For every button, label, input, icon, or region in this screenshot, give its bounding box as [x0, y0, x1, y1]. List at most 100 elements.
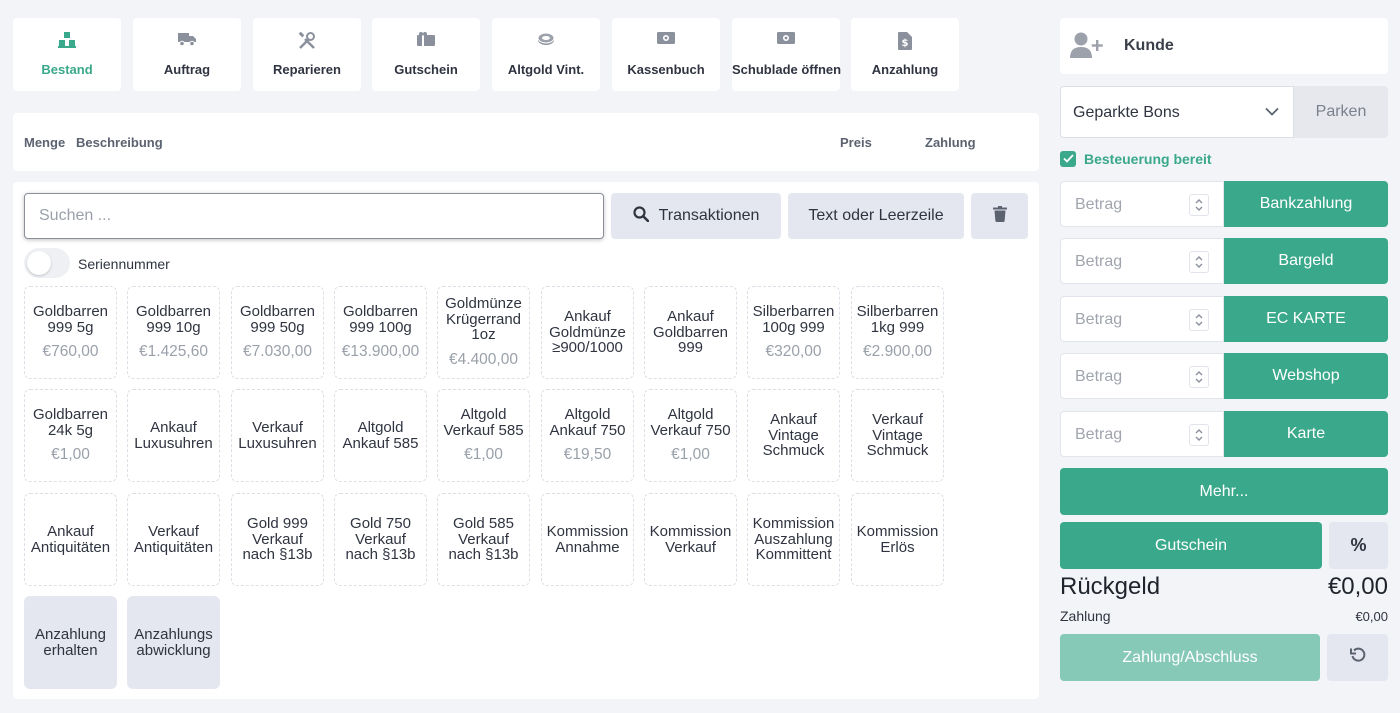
tab-gutschein[interactable]: Gutschein — [372, 18, 480, 91]
delete-button[interactable] — [971, 193, 1028, 239]
product-tile[interactable]: Altgold Verkauf 585 €1,00 — [437, 389, 530, 482]
tab-label: Anzahlung — [871, 62, 939, 77]
product-tile[interactable]: Ankauf Vintage Schmuck — [747, 389, 840, 482]
parked-receipts-select[interactable]: Geparkte Bons — [1060, 86, 1294, 138]
product-tile[interactable]: Kommission Verkauf — [644, 493, 737, 586]
amount-input[interactable]: Betrag — [1060, 411, 1224, 457]
tab-schublade[interactable]: Schublade öffnen — [732, 18, 842, 91]
tools-icon — [253, 32, 361, 50]
product-tile[interactable]: Goldmünze Krügerrand 1oz €4.400,00 — [437, 286, 530, 379]
amount-input[interactable]: Betrag — [1060, 353, 1224, 399]
boxes-icon — [13, 32, 121, 50]
tab-label: Schublade öffnen — [732, 62, 842, 77]
pay-bankzahlung-button[interactable]: Bankzahlung — [1224, 181, 1388, 227]
invoice-dollar-icon: $ — [851, 32, 959, 50]
tax-label: Besteuerung bereit — [1084, 151, 1212, 167]
serial-number-toggle[interactable] — [24, 248, 70, 278]
tab-label: Kassenbuch — [627, 62, 705, 77]
product-tile[interactable]: Ankauf Goldbarren 999 — [644, 286, 737, 379]
search-input[interactable] — [24, 193, 604, 239]
product-tile[interactable]: Verkauf Luxusuhren — [231, 389, 324, 482]
product-tile[interactable]: Silberbarren 1kg 999 €2.900,00 — [851, 286, 944, 379]
product-tile[interactable]: Goldbarren 999 50g €7.030,00 — [231, 286, 324, 379]
product-tile[interactable]: Gold 999 Verkauf nach §13b — [231, 493, 324, 586]
pay-webshop-button[interactable]: Webshop — [1224, 353, 1388, 399]
product-tile[interactable]: Ankauf Antiquitäten — [24, 493, 117, 586]
product-tile[interactable]: Kommission Erlös — [851, 493, 944, 586]
ring-icon — [492, 32, 600, 50]
column-menge: Menge — [24, 135, 66, 150]
svg-text:$: $ — [902, 38, 909, 49]
serial-number-label: Seriennummer — [78, 256, 170, 272]
check-icon — [1062, 150, 1074, 168]
tax-checkbox[interactable] — [1060, 151, 1076, 167]
tab-auftrag[interactable]: Auftrag — [133, 18, 241, 91]
text-line-label: Text oder Leerzeile — [808, 207, 944, 224]
product-tile[interactable]: Gold 750 Verkauf nach §13b — [334, 493, 427, 586]
pay-karte-button[interactable]: Karte — [1224, 411, 1388, 457]
chevron-down-icon — [1265, 104, 1279, 123]
stepper-icon[interactable] — [1189, 309, 1209, 331]
undo-button[interactable] — [1327, 634, 1388, 681]
product-tile[interactable]: Gold 585 Verkauf nach §13b — [437, 493, 530, 586]
customer-button[interactable]: Kunde — [1060, 18, 1388, 74]
tab-reparieren[interactable]: Reparieren — [253, 18, 361, 91]
product-tile[interactable]: Altgold Ankauf 750 €19,50 — [541, 389, 634, 482]
toggle-knob — [27, 251, 51, 275]
park-button[interactable]: Parken — [1294, 86, 1388, 138]
pay-ec-karte-button[interactable]: EC KARTE — [1224, 296, 1388, 342]
product-tile[interactable]: Ankauf Goldmünze ≥900/1000 — [541, 286, 634, 379]
tab-label: Bestand — [41, 62, 93, 77]
pay-bargeld-button[interactable]: Bargeld — [1224, 238, 1388, 284]
product-panel: Transaktionen Text oder Leerzeile Serien… — [13, 182, 1039, 699]
tab-label: Gutschein — [394, 62, 458, 77]
payment-label: Zahlung — [1060, 608, 1111, 624]
tab-label: Altgold Vint. — [507, 62, 585, 77]
product-tile[interactable]: Kommission Annahme — [541, 493, 634, 586]
amount-input[interactable]: Betrag — [1060, 181, 1224, 227]
parked-receipts-label: Geparkte Bons — [1073, 104, 1180, 121]
payment-value: €0,00 — [1355, 609, 1388, 624]
product-tile[interactable]: Silberbarren 100g 999 €320,00 — [747, 286, 840, 379]
stepper-icon[interactable] — [1189, 251, 1209, 273]
stepper-icon[interactable] — [1189, 194, 1209, 216]
trash-icon — [992, 205, 1007, 227]
product-tile[interactable]: Kommission Auszahlung Kommittent — [747, 493, 840, 586]
discount-button[interactable]: % — [1329, 522, 1388, 569]
transactions-button[interactable]: Transaktionen — [611, 193, 781, 239]
column-beschreibung: Beschreibung — [76, 135, 163, 150]
search-icon — [632, 205, 649, 227]
change-value: €0,00 — [1327, 573, 1388, 600]
product-tile[interactable]: Goldbarren 24k 5g €1,00 — [24, 389, 117, 482]
product-tile-deposit-received[interactable]: Anzahlung erhalten — [24, 596, 117, 689]
checkout-button[interactable]: Zahlung/Abschluss — [1060, 634, 1320, 681]
gift-icon — [372, 32, 480, 50]
product-tile[interactable]: Goldbarren 999 100g €13.900,00 — [334, 286, 427, 379]
undo-icon — [1349, 647, 1366, 668]
tab-bestand[interactable]: Bestand — [13, 18, 121, 91]
product-tile[interactable]: Goldbarren 999 10g €1.425,60 — [127, 286, 220, 379]
voucher-button[interactable]: Gutschein — [1060, 522, 1322, 569]
product-tile[interactable]: Verkauf Vintage Schmuck — [851, 389, 944, 482]
money-icon — [612, 32, 720, 50]
amount-input[interactable]: Betrag — [1060, 296, 1224, 342]
text-line-button[interactable]: Text oder Leerzeile — [788, 193, 964, 239]
column-preis: Preis — [840, 135, 872, 150]
tab-anzahlung[interactable]: $ Anzahlung — [851, 18, 959, 91]
tab-altgold[interactable]: Altgold Vint. — [492, 18, 600, 91]
more-button[interactable]: Mehr... — [1060, 468, 1388, 515]
transactions-label: Transaktionen — [658, 207, 760, 224]
product-tile[interactable]: Altgold Verkauf 750 €1,00 — [644, 389, 737, 482]
stepper-icon[interactable] — [1189, 366, 1209, 388]
tab-kassenbuch[interactable]: Kassenbuch — [612, 18, 720, 91]
product-tile-deposit-settlement[interactable]: Anzahlungs abwicklung — [127, 596, 220, 689]
product-tile[interactable]: Altgold Ankauf 585 — [334, 389, 427, 482]
stepper-icon[interactable] — [1189, 424, 1209, 446]
user-plus-icon — [1070, 32, 1104, 63]
money-icon — [732, 32, 840, 50]
product-tile[interactable]: Ankauf Luxusuhren — [127, 389, 220, 482]
column-zahlung: Zahlung — [925, 135, 976, 150]
amount-input[interactable]: Betrag — [1060, 238, 1224, 284]
product-tile[interactable]: Verkauf Antiquitäten — [127, 493, 220, 586]
product-tile[interactable]: Goldbarren 999 5g €760,00 — [24, 286, 117, 379]
